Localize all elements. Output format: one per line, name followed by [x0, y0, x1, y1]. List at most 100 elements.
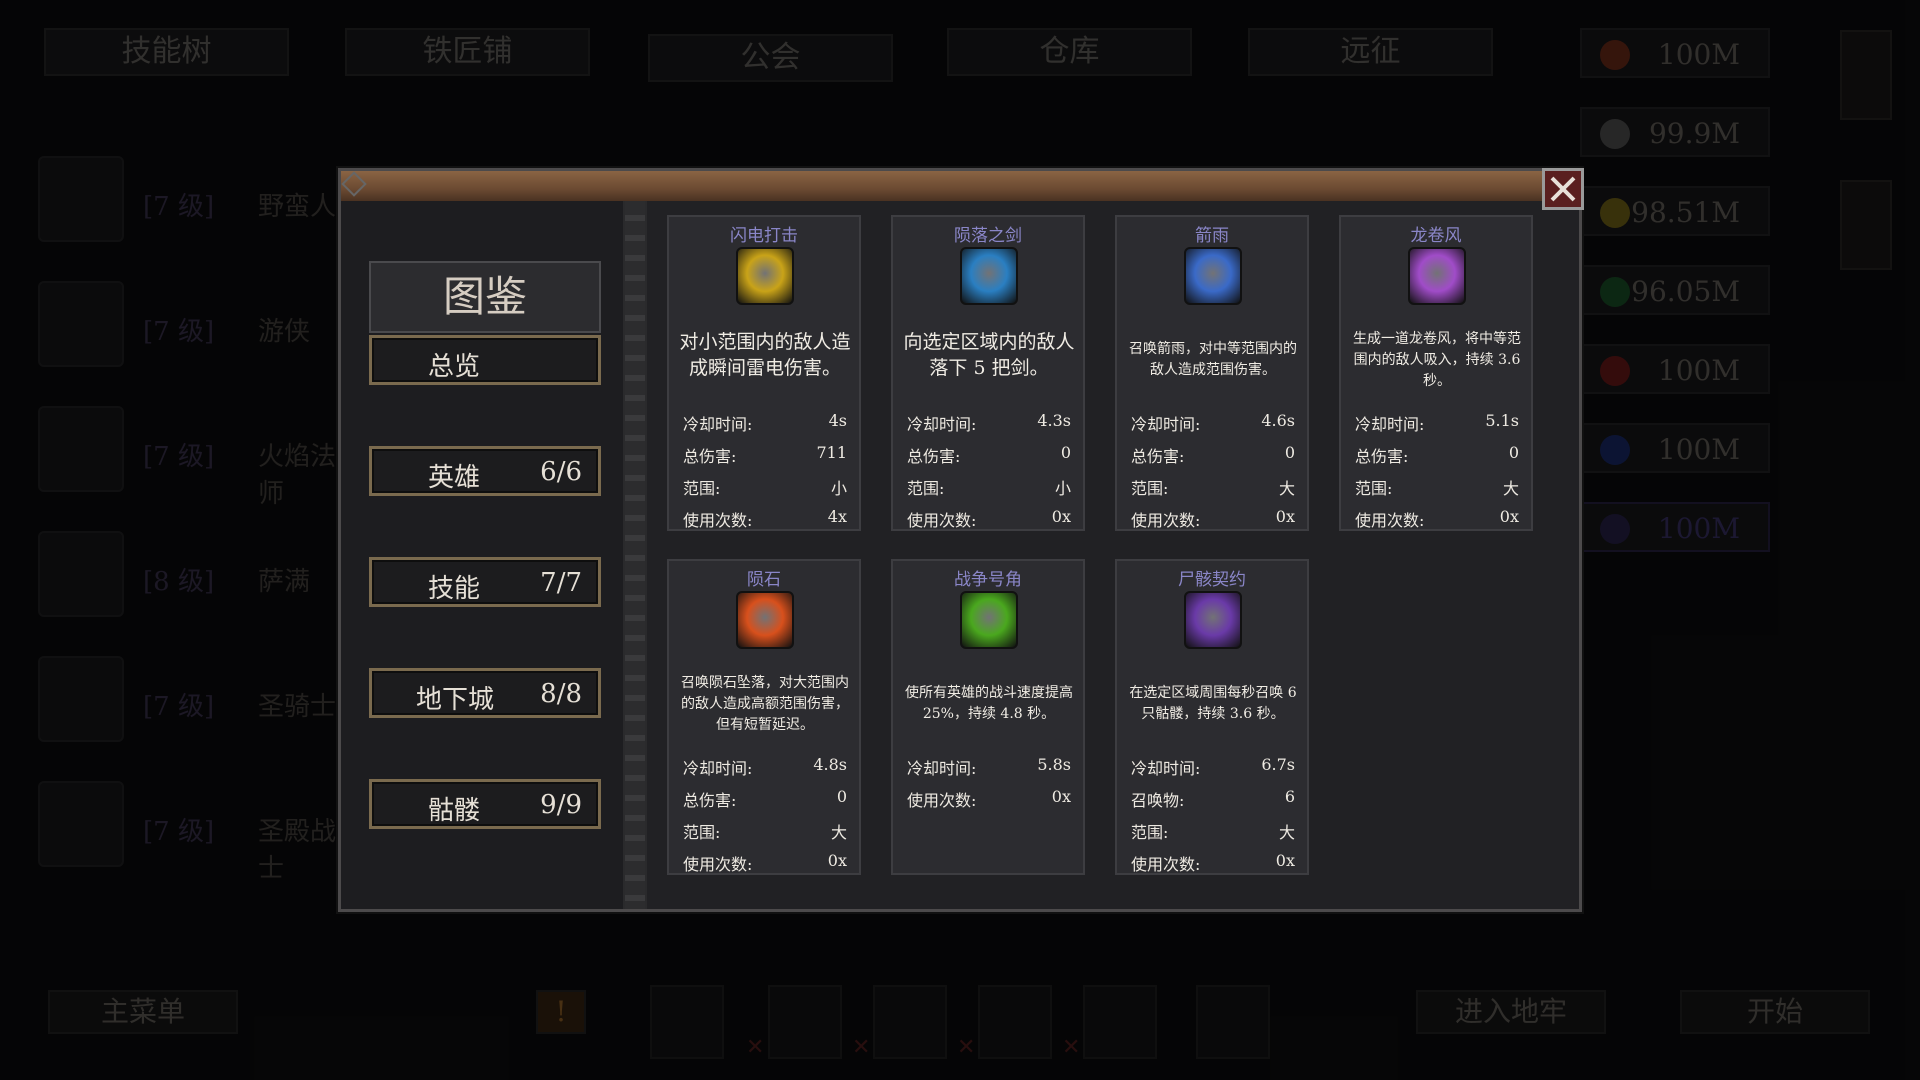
stat-value: 6.7s	[1261, 755, 1295, 774]
hero-name: 圣骑士	[258, 692, 337, 722]
stat-row: 使用次数: 0x	[907, 507, 1071, 531]
stat-row: 范围: 大	[683, 819, 847, 843]
stat-row: 召唤物: 6	[1131, 787, 1295, 811]
nav-label: 总览	[428, 352, 481, 382]
nav-dungeons[interactable]: 地下城 8/8	[369, 668, 601, 718]
stat-value: 4x	[827, 507, 847, 526]
skill-card-corpse-pact[interactable]: 尸骸契约 在选定区域周围每秒召唤 6 只骷髅，持续 3.6 秒。 冷却时间: 6.…	[1115, 559, 1309, 875]
hero-level: [7 级]	[143, 442, 215, 472]
party-slot[interactable]	[873, 985, 947, 1059]
party-slot[interactable]	[978, 985, 1052, 1059]
nav-skills[interactable]: 技能 7/7	[369, 557, 601, 607]
resource-row: 98.51M	[1580, 186, 1770, 236]
hero-portrait	[38, 156, 124, 242]
stat-value: 大	[1278, 823, 1295, 842]
skill-card-lightning-strike[interactable]: 闪电打击 对小范围内的敌人造成瞬间雷电伤害。 冷却时间: 4s 总伤害: 711 范…	[667, 215, 861, 531]
stat-key: 总伤害:	[907, 447, 961, 466]
stat-value: 4s	[828, 411, 847, 430]
skill-title: 尸骸契约	[1178, 570, 1246, 590]
stat-key: 总伤害:	[683, 447, 737, 466]
skill-description: 生成一道龙卷风，将中等范围内的敌人吸入，持续 3.6 秒。	[1353, 331, 1521, 389]
stat-key: 范围:	[1131, 823, 1169, 842]
resource-row: 96.05M	[1580, 265, 1770, 315]
remove-icon[interactable]: ✕	[957, 1035, 975, 1060]
skill-card-meteor[interactable]: 陨石 召唤陨石坠落，对大范围内的敌人造成高额范围伤害，但有短暂延迟。 冷却时间:…	[667, 559, 861, 875]
tab-skill-tree[interactable]: 技能树	[44, 28, 289, 76]
hero-row[interactable]: [8 级] 萨满	[38, 531, 338, 617]
skill-card-falling-swords[interactable]: 陨落之剑 向选定区域内的敌人落下 5 把剑。 冷却时间: 4.3s 总伤害: 0 范…	[891, 215, 1085, 531]
party-slot[interactable]	[1196, 985, 1270, 1059]
stat-value: 4.8s	[813, 755, 847, 774]
skill-title: 龙卷风	[1410, 226, 1462, 246]
stat-row: 使用次数: 0x	[683, 851, 847, 875]
hero-row[interactable]: [7 级] 游侠	[38, 281, 338, 367]
party-slot[interactable]	[768, 985, 842, 1059]
hero-portrait	[38, 531, 124, 617]
stat-value: 0	[1284, 443, 1295, 462]
skill-card-tornado[interactable]: 龙卷风 生成一道龙卷风，将中等范围内的敌人吸入，持续 3.6 秒。 冷却时间: 5…	[1339, 215, 1533, 531]
nav-overview[interactable]: 总览	[369, 335, 601, 385]
remove-icon[interactable]: ✕	[1062, 1035, 1080, 1060]
remove-icon[interactable]: ✕	[852, 1035, 870, 1060]
skill-card-war-horn[interactable]: 战争号角 使所有英雄的战斗速度提高 25%，持续 4.8 秒。 冷却时间: 5.8…	[891, 559, 1085, 875]
stat-key: 冷却时间:	[1355, 415, 1425, 434]
header-ornament-icon	[341, 171, 367, 197]
main-menu-button[interactable]: 主菜单	[48, 990, 238, 1034]
stat-key: 范围:	[907, 479, 945, 498]
remove-icon[interactable]: ✕	[746, 1035, 764, 1060]
codex-title: 图鉴	[369, 261, 601, 333]
resource-value: 100M	[1657, 433, 1740, 466]
stat-value: 0x	[1275, 851, 1295, 870]
party-slot[interactable]	[1083, 985, 1157, 1059]
resource-value: 99.9M	[1648, 117, 1740, 150]
stat-row: 冷却时间: 5.8s	[907, 755, 1071, 779]
tab-warehouse[interactable]: 仓库	[947, 28, 1192, 76]
enter-dungeon-button[interactable]: 进入地牢	[1416, 990, 1606, 1034]
hero-name: 萨满	[258, 567, 311, 597]
side-scroll-button[interactable]	[1840, 180, 1892, 270]
nav-skeletons[interactable]: 骷髅 9/9	[369, 779, 601, 829]
stat-key: 范围:	[1131, 479, 1169, 498]
skill-card-arrow-rain[interactable]: 箭雨 召唤箭雨，对中等范围内的敌人造成范围伤害。 冷却时间: 4.6s 总伤害: 0…	[1115, 215, 1309, 531]
skill-description: 对小范围内的敌人造成瞬间雷电伤害。	[679, 331, 851, 379]
skill-description: 召唤箭雨，对中等范围内的敌人造成范围伤害。	[1129, 341, 1297, 378]
stat-key: 总伤害:	[683, 791, 737, 810]
close-icon	[1550, 176, 1576, 202]
hero-portrait	[38, 281, 124, 367]
tab-expedition[interactable]: 远征	[1248, 28, 1493, 76]
resource-gem-icon	[1600, 198, 1630, 228]
stat-key: 召唤物:	[1131, 791, 1185, 810]
stat-value: 0x	[1499, 507, 1519, 526]
hero-row[interactable]: [7 级] 圣骑士	[38, 656, 338, 742]
resource-gem-icon	[1600, 435, 1630, 465]
corpse-pact-icon	[1184, 591, 1242, 649]
alert-button[interactable]: !	[536, 990, 586, 1034]
party-slot[interactable]	[650, 985, 724, 1059]
resource-value: 98.51M	[1631, 196, 1740, 229]
side-menu-button[interactable]	[1840, 30, 1892, 120]
hero-level: [7 级]	[143, 692, 215, 722]
hero-row[interactable]: [7 级] 圣殿战士	[38, 781, 338, 884]
stat-row: 冷却时间: 4.6s	[1131, 411, 1295, 435]
stat-key: 冷却时间:	[683, 759, 753, 778]
close-button[interactable]	[1542, 168, 1584, 210]
tab-blacksmith[interactable]: 铁匠铺	[345, 28, 590, 76]
skill-title: 箭雨	[1195, 226, 1229, 246]
stat-key: 冷却时间:	[683, 415, 753, 434]
hero-level: [7 级]	[143, 817, 215, 847]
nav-label: 骷髅	[428, 796, 481, 826]
skill-title: 陨落之剑	[954, 226, 1022, 246]
meteor-icon	[736, 591, 794, 649]
stat-row: 冷却时间: 4.8s	[683, 755, 847, 779]
stat-key: 使用次数:	[1131, 855, 1201, 874]
hero-row[interactable]: [7 级] 野蛮人	[38, 156, 338, 242]
stat-value: 0x	[827, 851, 847, 870]
nav-heroes[interactable]: 英雄 6/6	[369, 446, 601, 496]
hero-row[interactable]: [7 级] 火焰法师	[38, 406, 338, 509]
tab-guild[interactable]: 公会	[648, 34, 893, 82]
skill-title: 战争号角	[954, 570, 1022, 590]
start-button[interactable]: 开始	[1680, 990, 1870, 1034]
stat-key: 冷却时间:	[1131, 415, 1201, 434]
stat-value: 0	[836, 787, 847, 806]
stat-key: 冷却时间:	[907, 759, 977, 778]
